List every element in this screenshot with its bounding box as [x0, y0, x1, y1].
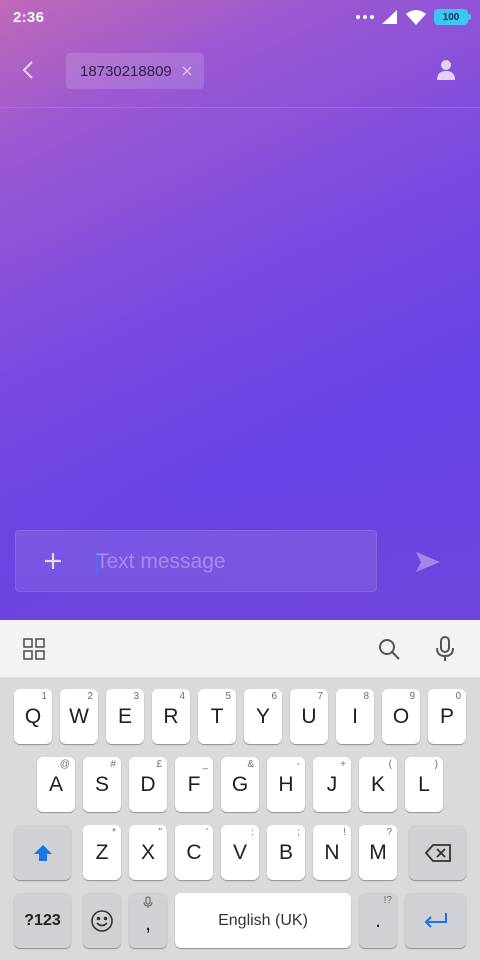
battery-icon: 100: [434, 9, 471, 25]
key-l[interactable]: L): [405, 757, 443, 812]
back-arrow-icon: [22, 61, 33, 79]
key-z[interactable]: Z *: [83, 825, 121, 880]
backspace-icon: [424, 843, 451, 862]
key-y[interactable]: Y6: [244, 689, 282, 744]
key-t[interactable]: T5: [198, 689, 236, 744]
search-icon: [379, 639, 400, 660]
conversation-header: 18730218809: [0, 34, 480, 108]
key-g[interactable]: G &: [221, 757, 259, 812]
enter-key[interactable]: [405, 893, 466, 948]
key-m[interactable]: M?: [359, 825, 397, 880]
signal-icon: [382, 10, 397, 24]
key-i[interactable]: I8: [336, 689, 374, 744]
emoji-key[interactable]: [83, 893, 121, 948]
key-c[interactable]: C ': [175, 825, 213, 880]
keyboard-toolbar: [0, 620, 480, 678]
key-e[interactable]: E3: [106, 689, 144, 744]
key-h[interactable]: H-: [267, 757, 305, 812]
wifi-icon: [406, 9, 426, 25]
key-b[interactable]: B;: [267, 825, 305, 880]
key-j[interactable]: J +: [313, 757, 351, 812]
enter-icon: [424, 912, 447, 928]
key-s[interactable]: S #: [83, 757, 121, 812]
comma-key[interactable]: ,: [129, 893, 167, 948]
apps-grid-icon: [23, 638, 45, 660]
back-button[interactable]: [12, 54, 44, 86]
recipient-number: 18730218809: [80, 62, 172, 80]
key-n[interactable]: N!: [313, 825, 351, 880]
key-x[interactable]: X ": [129, 825, 167, 880]
key-u[interactable]: U7: [290, 689, 328, 744]
search-button[interactable]: [374, 634, 404, 664]
symbols-key[interactable]: ?123: [14, 893, 71, 948]
plus-icon: [45, 553, 61, 569]
backspace-key[interactable]: [409, 825, 466, 880]
battery-level: 100: [442, 11, 460, 23]
key-k[interactable]: K(: [359, 757, 397, 812]
send-icon: [416, 552, 440, 572]
remove-recipient-button[interactable]: [180, 64, 194, 78]
shift-key[interactable]: [14, 825, 71, 880]
message-composer: [15, 530, 377, 592]
voice-input-button[interactable]: [430, 634, 460, 664]
key-r[interactable]: R4: [152, 689, 190, 744]
period-key[interactable]: . !?: [359, 893, 397, 948]
message-input[interactable]: [96, 543, 366, 581]
key-o[interactable]: O9: [382, 689, 420, 744]
key-p[interactable]: P0: [428, 689, 466, 744]
space-key[interactable]: English (UK): [175, 893, 351, 948]
add-contact-button[interactable]: [434, 58, 458, 82]
key-q[interactable]: Q1: [14, 689, 52, 744]
microphone-icon: [436, 636, 454, 661]
key-a[interactable]: A @: [37, 757, 75, 812]
more-notifications-icon: [356, 15, 374, 19]
key-v[interactable]: V:: [221, 825, 259, 880]
contact-icon: [437, 60, 455, 80]
key-f[interactable]: F _: [175, 757, 213, 812]
status-time: 2:36: [13, 9, 45, 26]
keyboard: Q1 W2 E3 R4 T5 Y6 U7 I8 O9 P0 A @ S # D £ F…: [0, 678, 480, 960]
key-d[interactable]: D £: [129, 757, 167, 812]
status-bar: 2:36 100: [0, 0, 480, 34]
send-button[interactable]: [410, 544, 446, 580]
apps-button[interactable]: [19, 634, 49, 664]
voice-hint-icon: [129, 896, 167, 909]
status-icons: 100: [356, 8, 471, 26]
key-w[interactable]: W2: [60, 689, 98, 744]
close-icon: [182, 66, 192, 76]
emoji-icon: [91, 909, 113, 932]
attach-button[interactable]: [38, 546, 68, 576]
messaging-app: 2:36 100 18730218809: [0, 0, 480, 620]
shift-arrow-icon: [33, 844, 52, 861]
recipient-chip[interactable]: 18730218809: [66, 53, 204, 89]
